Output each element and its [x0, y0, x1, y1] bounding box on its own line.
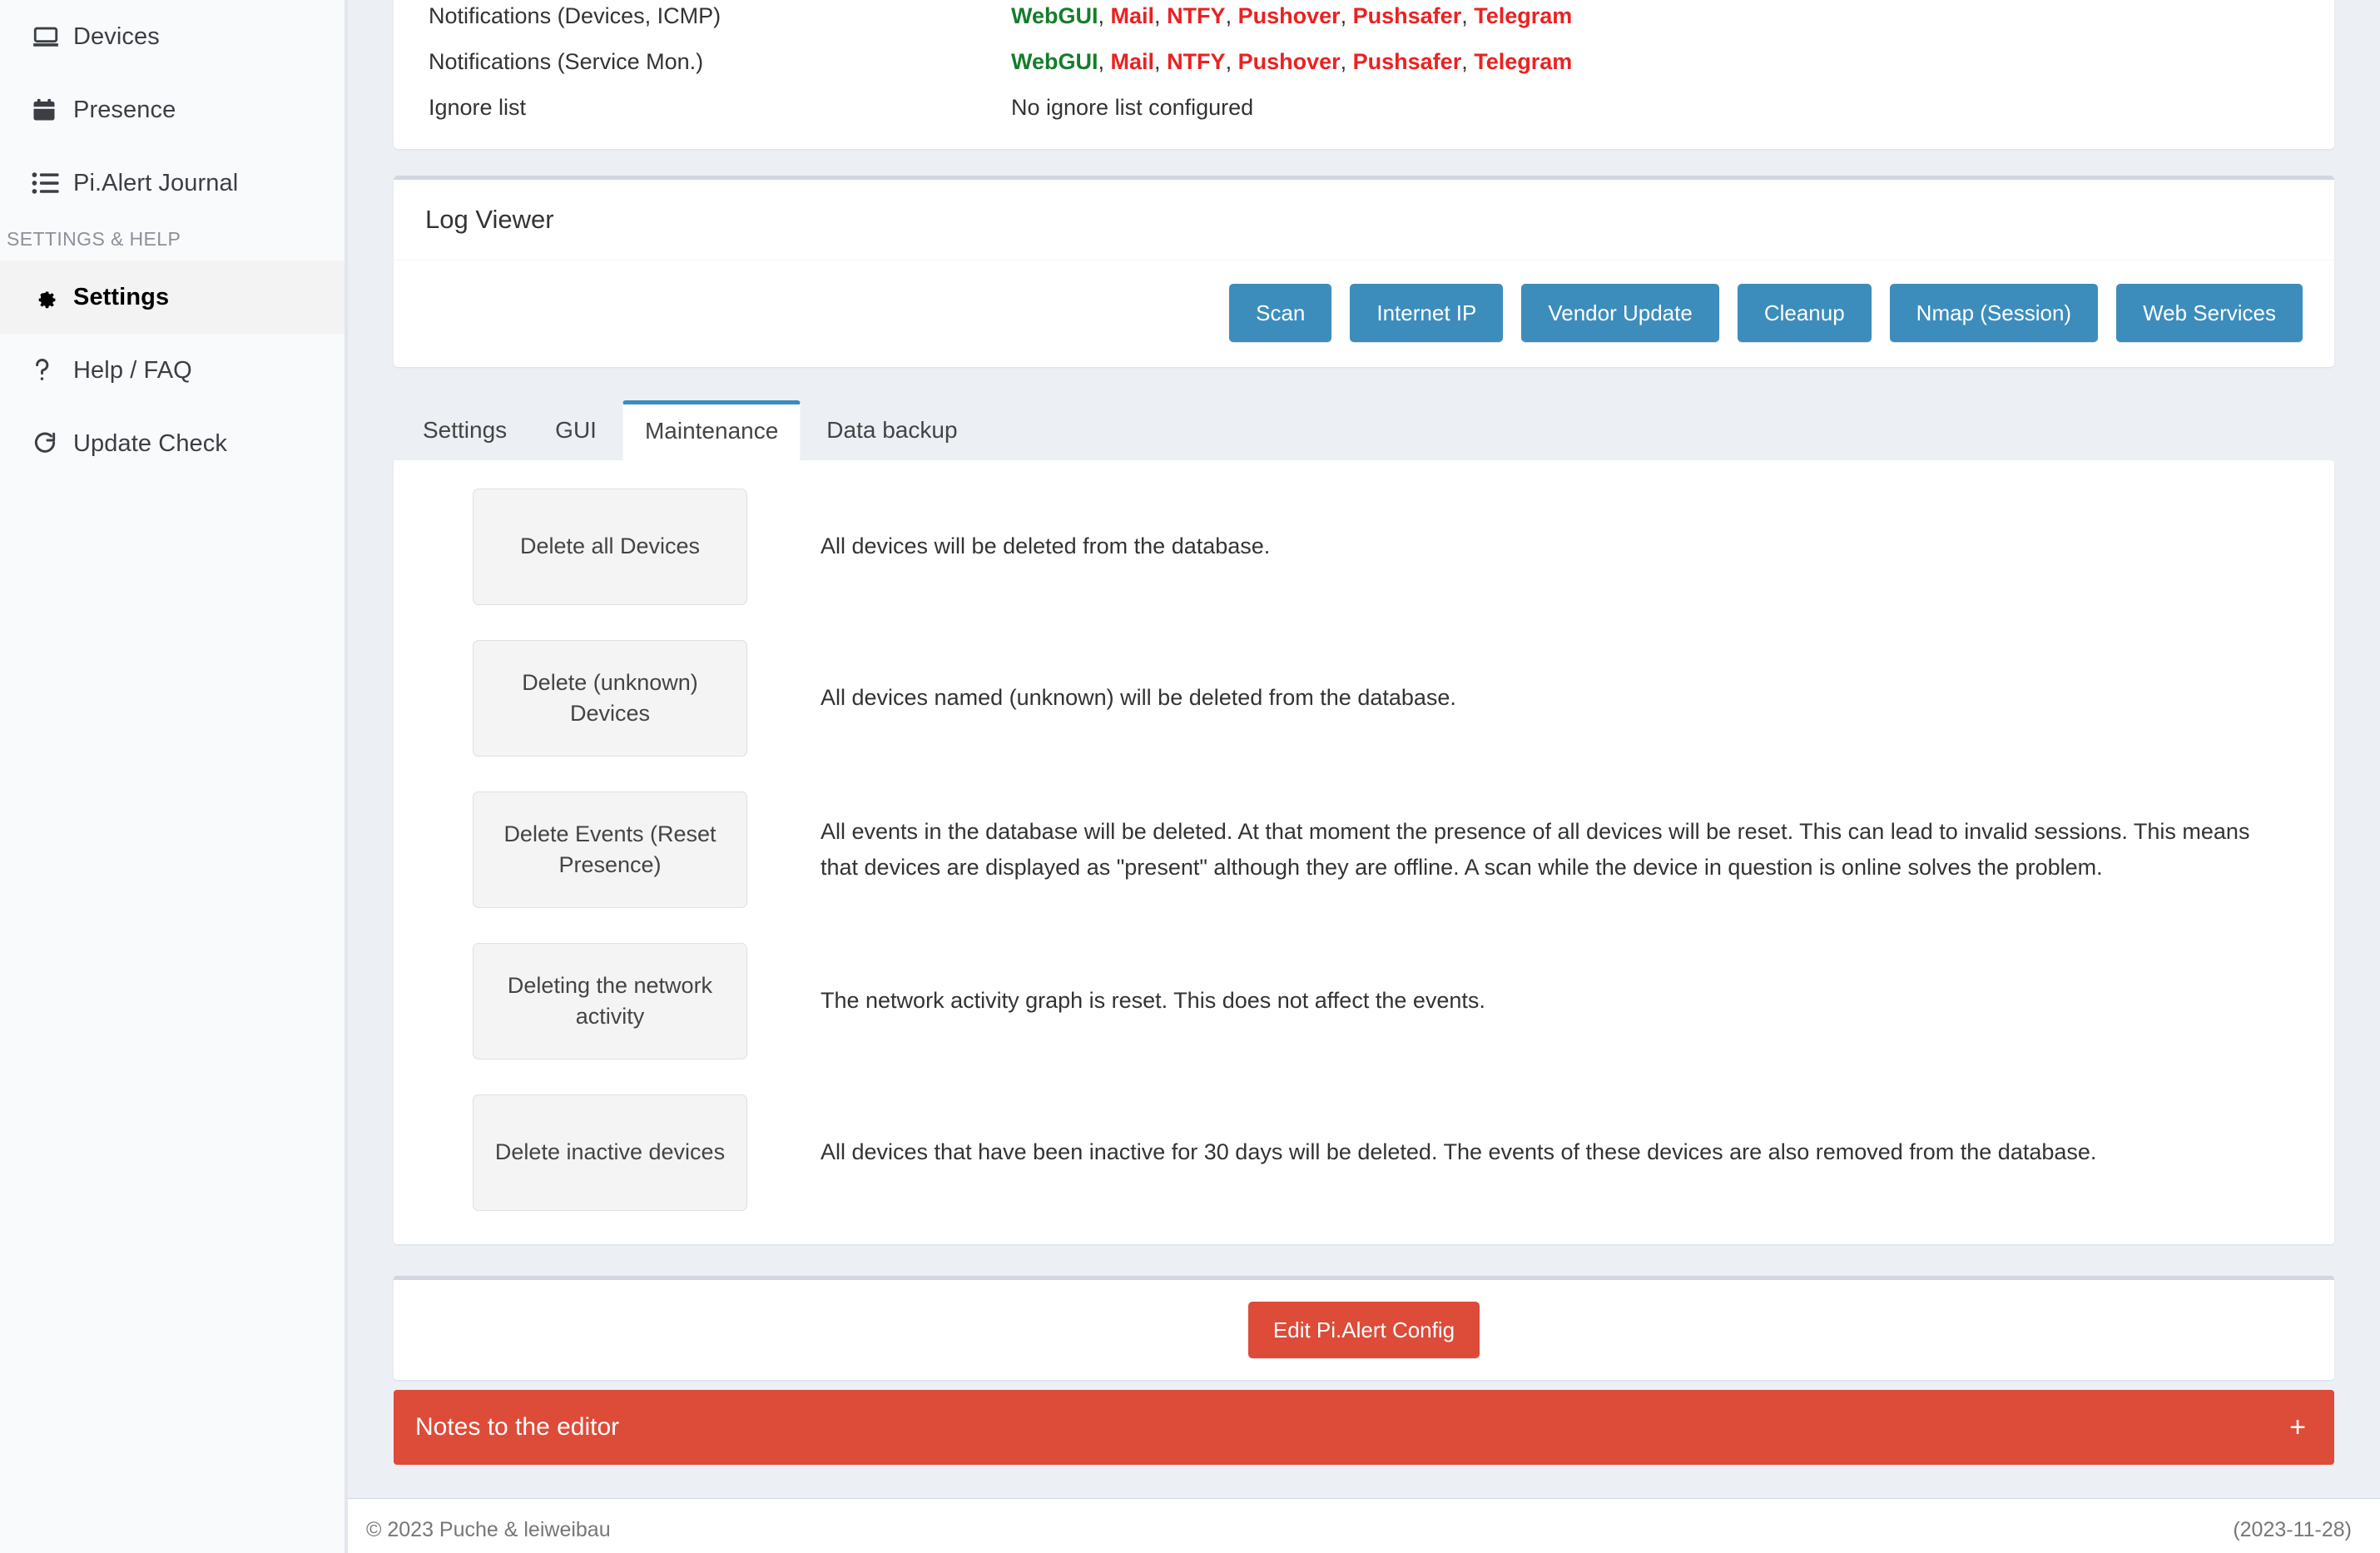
scan-button[interactable]: Scan [1229, 284, 1332, 342]
log-viewer-card: Log Viewer Scan Internet IP Vendor Updat… [394, 176, 2334, 367]
sidebar-section-header: SETTINGS & HELP [7, 228, 181, 250]
delete-events-reset-presence-button[interactable]: Delete Events (Reset Presence) [473, 791, 747, 908]
maintenance-panel: Delete all Devices All devices will be d… [394, 460, 2334, 1244]
info-value: No ignore list configured [1011, 95, 1254, 120]
maintenance-description: All devices that have been inactive for … [821, 1139, 2097, 1165]
notes-title: Notes to the editor [415, 1413, 620, 1441]
info-value: WebGUI, Mail, NTFY, Pushover, Pushsafer,… [1011, 3, 1573, 28]
sidebar-item-label: Devices [73, 22, 160, 50]
settings-summary-card: Notifications (Devices, ICMP) WebGUI, Ma… [394, 0, 2334, 149]
vendor-update-button[interactable]: Vendor Update [1521, 284, 1719, 342]
sidebar-item-settings[interactable]: Settings [0, 260, 345, 334]
info-label: Notifications (Devices, ICMP) [429, 3, 721, 28]
nmap-session-button[interactable]: Nmap (Session) [1889, 284, 2099, 342]
maintenance-row: Delete (unknown) Devices All devices nam… [394, 640, 2334, 757]
edit-pialert-config-button[interactable]: Edit Pi.Alert Config [1247, 1302, 1480, 1358]
sidebar-item-label: Pi.Alert Journal [73, 169, 239, 196]
app-root: Devices Presence Pi.Alert Journal SETTIN… [0, 0, 2380, 1553]
log-viewer-title: Log Viewer [394, 180, 2334, 260]
tab-settings[interactable]: Settings [400, 399, 529, 460]
notification-channel: WebGUI [1011, 49, 1098, 74]
delete-all-devices-button[interactable]: Delete all Devices [473, 489, 747, 605]
row-spacer [394, 605, 2334, 640]
sidebar: Devices Presence Pi.Alert Journal SETTIN… [0, 0, 348, 1553]
internet-ip-button[interactable]: Internet IP [1350, 284, 1504, 342]
maintenance-description: The network activity graph is reset. Thi… [821, 988, 1485, 1014]
gear-icon [32, 284, 70, 310]
notes-to-editor-box[interactable]: Notes to the editor + [394, 1390, 2334, 1465]
question-icon [32, 357, 70, 384]
tab-gui[interactable]: GUI [533, 399, 619, 460]
maintenance-description: All devices named (unknown) will be dele… [821, 685, 1456, 711]
delete-unknown-devices-button[interactable]: Delete (unknown) Devices [473, 640, 747, 757]
notification-channel: Telegram [1474, 49, 1573, 74]
sidebar-item-label: Help / FAQ [73, 356, 192, 384]
bottom-spacer [394, 1465, 2334, 1498]
notification-channel: Pushover [1237, 49, 1341, 74]
footer-copyright: © 2023 Puche & leiweibau [366, 1518, 611, 1541]
main-content: Notifications (Devices, ICMP) WebGUI, Ma… [348, 0, 2380, 1553]
maintenance-row: Delete inactive devices All devices that… [394, 1094, 2334, 1211]
cleanup-button[interactable]: Cleanup [1737, 284, 1872, 342]
delete-inactive-devices-button[interactable]: Delete inactive devices [473, 1094, 747, 1211]
info-row-notifications-devices: Notifications (Devices, ICMP) WebGUI, Ma… [394, 0, 2334, 39]
info-label: Ignore list [429, 95, 527, 120]
sidebar-item-label: Settings [73, 283, 170, 310]
delete-network-activity-button[interactable]: Deleting the network activity [473, 943, 747, 1059]
notification-channel: NTFY [1167, 49, 1226, 74]
footer-version: (2023-11-28) [2233, 1518, 2352, 1541]
info-row-notifications-service-mon: Notifications (Service Mon.) WebGUI, Mai… [394, 39, 2334, 85]
notification-channel: Pushsafer [1352, 49, 1462, 74]
calendar-icon [32, 97, 70, 123]
page-footer: © 2023 Puche & leiweibau (2023-11-28) [348, 1498, 2380, 1553]
list-icon [32, 171, 70, 196]
notification-channel: Mail [1110, 3, 1155, 28]
sidebar-item-label: Presence [73, 96, 176, 123]
edit-config-bar: Edit Pi.Alert Config [394, 1276, 2334, 1380]
sidebar-item-label: Update Check [73, 429, 227, 457]
sidebar-item-help-faq[interactable]: Help / FAQ [0, 334, 345, 407]
tab-maintenance[interactable]: Maintenance [622, 400, 801, 461]
tab-list: Settings GUI Maintenance Data backup [394, 395, 2334, 461]
notification-channel: WebGUI [1011, 3, 1098, 28]
maintenance-row: Deleting the network activity The networ… [394, 943, 2334, 1059]
row-spacer [394, 757, 2334, 791]
sidebar-item-devices[interactable]: Devices [0, 0, 345, 73]
row-spacer [394, 908, 2334, 943]
sidebar-item-pialert-journal[interactable]: Pi.Alert Journal [0, 146, 345, 220]
info-label: Notifications (Service Mon.) [429, 49, 704, 74]
refresh-icon [32, 430, 70, 457]
maintenance-row: Delete Events (Reset Presence) All event… [394, 791, 2334, 908]
notification-channel: NTFY [1167, 3, 1226, 28]
web-services-button[interactable]: Web Services [2116, 284, 2303, 342]
maintenance-row: Delete all Devices All devices will be d… [394, 489, 2334, 605]
info-row-ignore-list: Ignore list No ignore list configured [394, 85, 2334, 131]
expand-plus-icon[interactable]: + [2289, 1413, 2306, 1441]
maintenance-description: All events in the database will be delet… [821, 818, 2250, 880]
log-viewer-actions: Scan Internet IP Vendor Update Cleanup N… [394, 260, 2334, 367]
info-value: WebGUI, Mail, NTFY, Pushover, Pushsafer,… [1011, 49, 1573, 74]
row-spacer [394, 1059, 2334, 1094]
settings-tabs: Settings GUI Maintenance Data backup Del… [394, 395, 2334, 1244]
laptop-icon [32, 22, 70, 51]
notification-channel: Mail [1110, 49, 1155, 74]
notification-channel: Pushsafer [1352, 3, 1462, 28]
notification-channel: Telegram [1474, 3, 1573, 28]
maintenance-description: All devices will be deleted from the dat… [821, 533, 1271, 559]
sidebar-item-update-check[interactable]: Update Check [0, 407, 345, 480]
sidebar-item-presence[interactable]: Presence [0, 73, 345, 146]
tab-data-backup[interactable]: Data backup [804, 399, 979, 460]
notification-channel: Pushover [1237, 3, 1341, 28]
